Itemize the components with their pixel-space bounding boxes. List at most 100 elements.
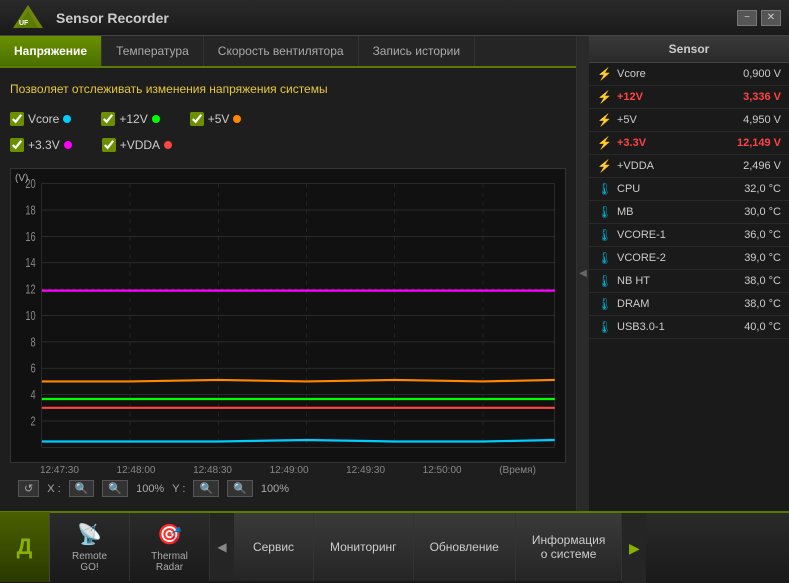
sensor-header: Sensor [589,36,789,63]
svg-text:18: 18 [25,204,35,218]
tab-bar: Напряжение Температура Скорость вентилят… [0,36,576,68]
time-label-4: 12:49:30 [346,465,385,476]
sensor-row-nbht[interactable]: 🌡 NB HT 38,0 °C [589,270,789,293]
left-panel: Напряжение Температура Скорость вентилят… [0,36,577,511]
tab-voltage[interactable]: Напряжение [0,36,102,66]
sensor-row-vdda[interactable]: ⚡ +VDDA 2,496 V [589,155,789,178]
checkbox-5v: +5V [190,112,242,126]
minimize-button[interactable]: − [737,10,757,26]
sensor-panel: Sensor ⚡ Vcore 0,900 V ⚡ +12V 3,336 V ⚡ … [589,36,789,511]
time-label-5: 12:50:00 [423,465,462,476]
sensor-name-nbht: NB HT [617,275,726,287]
svg-text:16: 16 [25,230,35,244]
reset-button[interactable]: ↺ [18,480,39,497]
sensor-value-vdda: 2,496 V [726,160,781,172]
svg-text:12: 12 [25,283,35,297]
window-controls: − ✕ [737,10,781,26]
y-axis-label: (V) [15,173,28,184]
sensor-row-mb[interactable]: 🌡 MB 30,0 °C [589,201,789,224]
left-arrow-button[interactable]: ◀ [210,513,234,581]
checkbox-33v-input[interactable] [10,138,24,152]
sensor-icon-33v: ⚡ [597,136,613,150]
sensor-row-usb30[interactable]: 🌡 USB3.0-1 40,0 °C [589,316,789,339]
sensor-value-usb30: 40,0 °C [726,321,781,333]
x-zoom-in-button[interactable]: 🔍 [69,480,95,497]
close-button[interactable]: ✕ [761,10,781,26]
remote-go-label: RemoteGO! [72,551,107,573]
sensor-value-cpu: 32,0 °C [726,183,781,195]
sensor-list: ⚡ Vcore 0,900 V ⚡ +12V 3,336 V ⚡ +5V 4,9… [589,63,789,511]
sensor-name-12v: +12V [617,91,726,103]
sensor-row-vcore[interactable]: ⚡ Vcore 0,900 V [589,63,789,86]
taskbar-items: 📡 RemoteGO! 🎯 ThermalRadar ◀ Сервис Мони… [50,513,789,581]
sensor-row-12v[interactable]: ⚡ +12V 3,336 V [589,86,789,109]
taskbar-logo[interactable]: Д [0,512,50,582]
sensor-value-nbht: 38,0 °C [726,275,781,287]
checkbox-vcore-input[interactable] [10,112,24,126]
collapse-arrow[interactable]: ◀ [577,36,589,511]
svg-text:UF: UF [19,20,29,27]
label-vdda: +VDDA [120,138,160,152]
sensor-name-33v: +3.3V [617,137,726,149]
taskbar-buttons-group: ◀ Сервис Мониторинг Обновление Информаци… [210,513,789,581]
app-logo: UF [8,3,48,33]
sensor-value-5v: 4,950 V [726,114,781,126]
svg-text:4: 4 [30,389,35,403]
checkbox-vdda-input[interactable] [102,138,116,152]
logo-text: Д [17,534,33,560]
taskbar-item-remote[interactable]: 📡 RemoteGO! [50,513,130,581]
info-button[interactable]: Информацияо системе [516,513,622,581]
monitoring-button[interactable]: Мониторинг [314,513,414,581]
dot-vcore [63,115,71,123]
y-zoom-out-button[interactable]: 🔍 [227,480,253,497]
sensor-row-vcore2[interactable]: 🌡 VCORE-2 39,0 °C [589,247,789,270]
sensor-icon-usb30: 🌡 [597,320,613,334]
sensor-row-dram[interactable]: 🌡 DRAM 38,0 °C [589,293,789,316]
tab-fan-speed[interactable]: Скорость вентилятора [204,36,359,66]
checkbox-12v-input[interactable] [101,112,115,126]
remote-go-icon: 📡 [77,522,102,547]
time-label-2: 12:48:30 [193,465,232,476]
label-33v: +3.3V [28,138,60,152]
time-label-3: 12:49:00 [270,465,309,476]
svg-text:14: 14 [25,257,35,271]
sensor-icon-mb: 🌡 [597,205,613,219]
sensor-icon-5v: ⚡ [597,113,613,127]
updates-button[interactable]: Обновление [414,513,516,581]
sensor-name-mb: MB [617,206,726,218]
sensor-row-5v[interactable]: ⚡ +5V 4,950 V [589,109,789,132]
monitoring-label: Мониторинг [330,540,397,554]
sensor-value-12v: 3,336 V [726,91,781,103]
sensor-row-cpu[interactable]: 🌡 CPU 32,0 °C [589,178,789,201]
right-arrow-button[interactable]: ▶ [622,513,646,583]
sensor-name-vdda: +VDDA [617,160,726,172]
dot-5v [233,115,241,123]
sensor-name-5v: +5V [617,114,726,126]
service-button[interactable]: Сервис [234,513,314,581]
voltage-chart[interactable]: 20 18 16 14 12 10 8 6 4 2 [11,169,565,462]
sensor-icon-vcore1: 🌡 [597,228,613,242]
dot-12v [152,115,160,123]
tab-history[interactable]: Запись истории [359,36,476,66]
sensor-value-mb: 30,0 °C [726,206,781,218]
sensor-name-dram: DRAM [617,298,726,310]
sensor-name-cpu: CPU [617,183,726,195]
sensor-row-33v[interactable]: ⚡ +3.3V 12,149 V [589,132,789,155]
x-zoom-out-button[interactable]: 🔍 [102,480,128,497]
y-label: Y : [172,483,185,495]
taskbar-item-thermal[interactable]: 🎯 ThermalRadar [130,513,210,581]
checkbox-33v: +3.3V [10,138,72,152]
sensor-row-vcore1[interactable]: 🌡 VCORE-1 36,0 °C [589,224,789,247]
time-axis: 12:47:30 12:48:00 12:48:30 12:49:00 12:4… [10,465,566,476]
sensor-name-vcore1: VCORE-1 [617,229,726,241]
time-label-1: 12:48:00 [117,465,156,476]
tab-temperature[interactable]: Температура [102,36,204,66]
taskbar: Д 📡 RemoteGO! 🎯 ThermalRadar ◀ Сервис Мо… [0,511,789,581]
checkbox-vdda: +VDDA [102,138,172,152]
y-zoom-in-button[interactable]: 🔍 [193,480,219,497]
dot-33v [64,141,72,149]
svg-text:6: 6 [30,362,35,376]
checkbox-12v: +12V [101,112,159,126]
checkbox-5v-input[interactable] [190,112,204,126]
sensor-icon-cpu: 🌡 [597,182,613,196]
